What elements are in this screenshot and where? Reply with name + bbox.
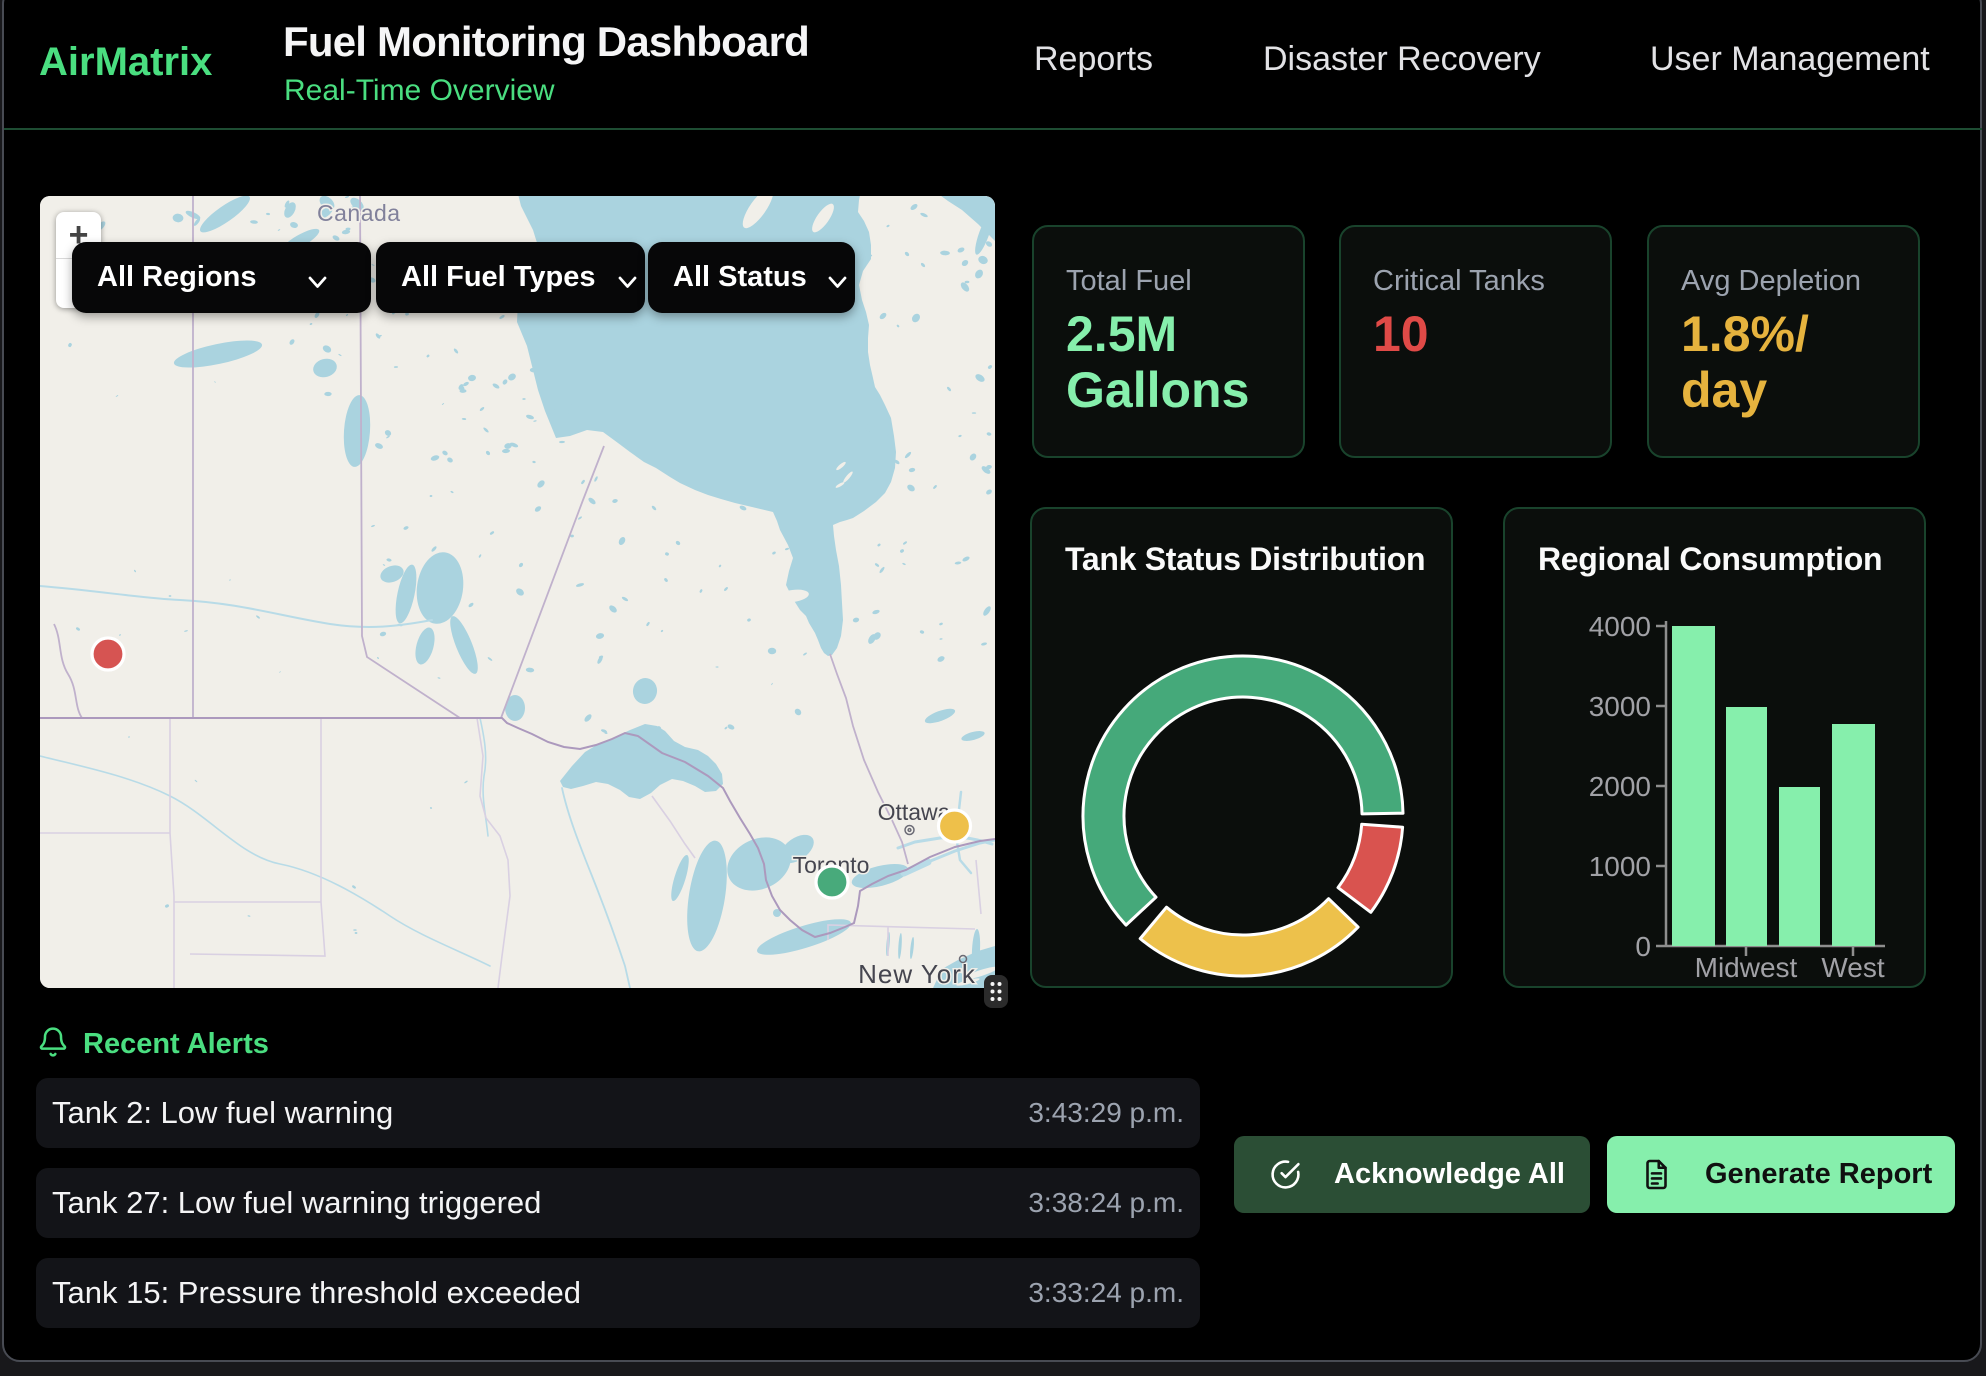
svg-text:4000: 4000 (1589, 611, 1651, 642)
svg-text:3000: 3000 (1589, 691, 1651, 722)
svg-text:0: 0 (1635, 931, 1651, 962)
svg-text:Midwest: Midwest (1695, 952, 1798, 983)
svg-text:1000: 1000 (1589, 851, 1651, 882)
svg-text:2000: 2000 (1589, 771, 1651, 802)
svg-text:West: West (1821, 952, 1884, 983)
svg-text:New York: New York (858, 959, 976, 988)
svg-text:Canada: Canada (317, 200, 401, 226)
